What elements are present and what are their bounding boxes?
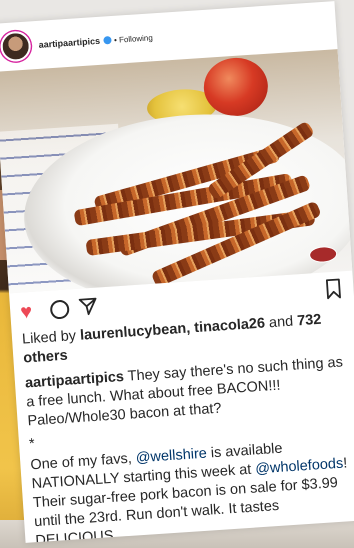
verified-badge-icon [102, 36, 112, 45]
mention-wholefoods[interactable]: @wholefoods [255, 456, 344, 478]
heart-icon[interactable]: ♥ [20, 301, 33, 324]
avatar[interactable] [0, 30, 32, 63]
post-caption: Liked by laurenlucybean, tinacola26 and … [12, 308, 354, 543]
post-card-wrapper: aartipaartipics • Following ♥ Liked by l… [0, 0, 354, 548]
mention-wellshire[interactable]: @wellshire [135, 446, 207, 467]
post-photo[interactable] [0, 49, 353, 294]
following-label[interactable]: • Following [114, 33, 153, 45]
share-icon[interactable] [77, 296, 99, 322]
comment-icon[interactable] [49, 299, 70, 320]
bookmark-icon[interactable] [325, 277, 343, 305]
post-username[interactable]: aartipaartipics [38, 36, 100, 50]
instagram-post: aartipaartipics • Following ♥ Liked by l… [0, 1, 354, 543]
liked-by-and: and [264, 313, 294, 332]
liked-by-prefix: Liked by [21, 327, 81, 348]
brand-logo-watermark [308, 245, 338, 264]
